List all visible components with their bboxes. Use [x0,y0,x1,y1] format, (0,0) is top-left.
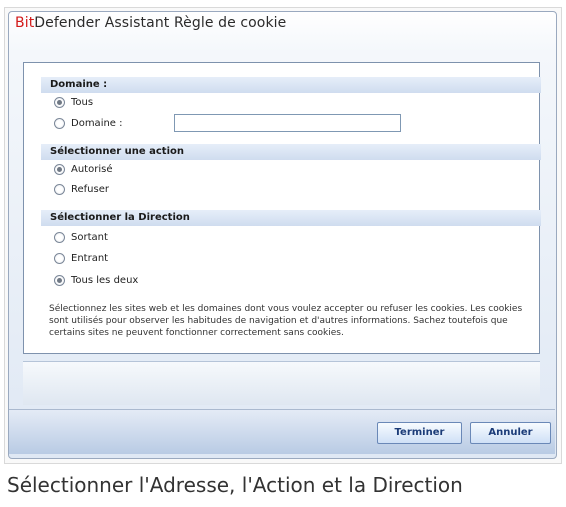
direction-outgoing-radio[interactable]: Sortant [54,232,108,243]
blank-panel [23,361,540,405]
radio-checked-icon [54,164,65,175]
domain-all-label: Tous [71,97,94,108]
direction-incoming-radio[interactable]: Entrant [54,253,108,264]
radio-unchecked-icon [54,118,65,129]
title-text: Defender Assistant Règle de cookie [34,15,287,31]
image-caption: Sélectionner l'Adresse, l'Action et la D… [7,473,463,497]
action-allow-label: Autorisé [71,164,113,175]
domain-all-radio[interactable]: Tous [54,97,93,108]
radio-unchecked-icon [54,184,65,195]
action-deny-radio[interactable]: Refuser [54,184,109,195]
domain-specific-radio[interactable]: Domaine : [54,118,123,129]
radio-unchecked-icon [54,253,65,264]
direction-incoming-label: Entrant [71,253,109,264]
radio-checked-icon [54,97,65,108]
brand-prefix: Bit [15,15,35,31]
direction-both-radio[interactable]: Tous les deux [54,275,138,286]
action-deny-label: Refuser [71,184,109,195]
radio-unchecked-icon [54,232,65,243]
domain-input[interactable] [174,114,401,132]
action-section-header: Sélectionner une action [41,144,541,160]
window-title: BitDefender Assistant Règle de cookie [15,15,286,31]
radio-checked-icon [54,275,65,286]
description-text: Sélectionnez les sites web et les domain… [49,304,523,338]
domain-section-header: Domaine : [41,77,541,93]
cancel-button[interactable]: Annuler [470,422,551,444]
direction-both-label: Tous les deux [71,275,139,286]
direction-outgoing-label: Sortant [71,232,108,243]
direction-section-header: Sélectionner la Direction [41,210,541,226]
finish-button[interactable]: Terminer [377,422,462,444]
action-allow-radio[interactable]: Autorisé [54,164,112,175]
domain-specific-label: Domaine : [71,118,123,129]
